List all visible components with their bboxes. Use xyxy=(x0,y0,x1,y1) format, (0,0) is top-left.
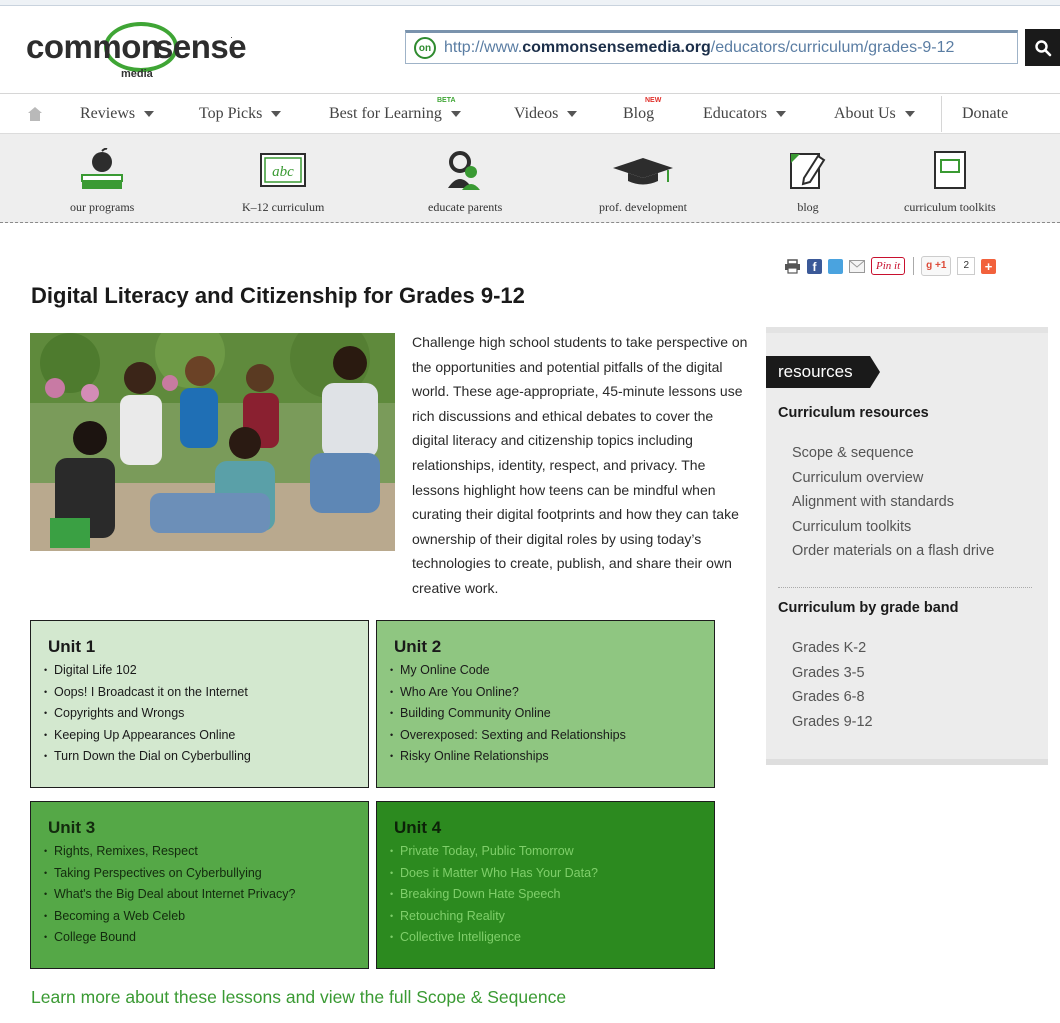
nav-item-videos[interactable]: Videos xyxy=(514,105,578,123)
grade-band-heading: Curriculum by grade band xyxy=(778,600,959,616)
new-badge: NEW xyxy=(645,97,662,104)
print-icon[interactable] xyxy=(784,258,801,274)
resources-sidebar: resources Curriculum resources Scope & s… xyxy=(766,327,1048,765)
sidebar-divider xyxy=(778,587,1032,588)
lesson-link[interactable]: Becoming a Web Celeb xyxy=(44,906,368,928)
site-badge-icon: on xyxy=(414,37,436,59)
curriculum-resources-heading: Curriculum resources xyxy=(778,405,929,421)
gplus-count: 2 xyxy=(957,257,975,275)
nav-item-reviews[interactable]: Reviews xyxy=(80,105,155,123)
lesson-link[interactable]: What's the Big Deal about Internet Priva… xyxy=(44,884,368,906)
share-toolbar: f Pin it g +1 2 + xyxy=(784,256,996,276)
graduation-cap-icon xyxy=(612,158,673,185)
lesson-link[interactable]: Private Today, Public Tomorrow xyxy=(390,841,714,863)
iconbar-item-prof-development[interactable]: prof. development xyxy=(599,148,687,215)
curriculum-resources-links: Scope & sequence Curriculum overview Ali… xyxy=(792,441,994,564)
lesson-link[interactable]: Risky Online Relationships xyxy=(390,746,714,768)
sidebar-link[interactable]: Curriculum overview xyxy=(792,466,994,491)
iconbar-item-blog[interactable]: blog xyxy=(788,148,828,215)
browser-top-strip xyxy=(0,0,1060,10)
lesson-link[interactable]: Who Are You Online? xyxy=(390,682,714,704)
lesson-link[interactable]: Taking Perspectives on Cyberbullying xyxy=(44,863,368,885)
site-logo[interactable]: common sense media · xyxy=(26,22,247,84)
google-plus-button[interactable]: g +1 xyxy=(921,256,952,276)
learn-more-link[interactable]: Learn more about these lessons and view … xyxy=(31,987,566,1008)
unit-1-box: Unit 1 Digital Life 102 Oops! I Broadcas… xyxy=(30,620,369,788)
iconbar-item-educate-parents[interactable]: educate parents xyxy=(428,148,502,215)
addthis-plus-icon[interactable]: + xyxy=(981,258,996,274)
sidebar-link[interactable]: Grades 3-5 xyxy=(792,661,873,686)
lesson-link[interactable]: My Online Code xyxy=(390,660,714,682)
lesson-link[interactable]: Overexposed: Sexting and Relationships xyxy=(390,725,714,747)
educator-icon-bar: our programs abc K–12 curriculum educate… xyxy=(0,133,1060,223)
lesson-link[interactable]: Copyrights and Wrongs xyxy=(44,703,368,725)
nav-item-best-for-learning[interactable]: BETA Best for Learning xyxy=(329,97,461,123)
lesson-link[interactable]: Rights, Remixes, Respect xyxy=(44,841,368,863)
iconbar-item-curriculum-toolkits[interactable]: curriculum toolkits xyxy=(904,148,996,215)
sidebar-link[interactable]: Order materials on a flash drive xyxy=(792,539,994,564)
home-icon[interactable] xyxy=(27,106,43,122)
lesson-link[interactable]: College Bound xyxy=(44,927,368,949)
search-button[interactable] xyxy=(1025,29,1060,66)
url-prefix: http://www. xyxy=(444,39,523,56)
intro-paragraph: Challenge high school students to take p… xyxy=(412,334,748,596)
sidebar-link[interactable]: Alignment with standards xyxy=(792,490,994,515)
beta-badge: BETA xyxy=(437,97,456,104)
nav-item-educators[interactable]: Educators xyxy=(703,105,786,123)
logo-trademark: · xyxy=(230,32,233,42)
nav-item-donate[interactable]: Donate xyxy=(962,105,1008,123)
nav-top-divider xyxy=(0,93,1060,94)
toolkit-icon xyxy=(933,151,966,189)
pinit-button[interactable]: Pin it xyxy=(871,257,906,275)
lesson-link[interactable]: Retouching Reality xyxy=(390,906,714,928)
unit-title: Unit 3 xyxy=(48,818,96,837)
nav-item-blog[interactable]: NEW Blog xyxy=(623,97,661,123)
url-path: /educators/curriculum/grades-9-12 xyxy=(710,39,955,56)
grade-band-links: Grades K-2 Grades 3-5 Grades 6-8 Grades … xyxy=(792,636,873,734)
abc-board-icon: abc xyxy=(260,153,307,187)
search-icon xyxy=(1034,39,1051,56)
address-bar[interactable]: on http://www. commonsensemedia.org/educa… xyxy=(405,30,1018,64)
logo-text-common: common xyxy=(26,28,161,65)
url-domain: commonsensemedia.org xyxy=(522,39,711,56)
iconbar-item-k12-curriculum[interactable]: abc K–12 curriculum xyxy=(242,148,324,215)
unit-title: Unit 1 xyxy=(48,637,96,656)
pencil-note-icon xyxy=(790,153,826,189)
lesson-link[interactable]: Does it Matter Who Has Your Data? xyxy=(390,863,714,885)
iconbar-dashed-divider xyxy=(0,222,1060,223)
lesson-link[interactable]: Oops! I Broadcast it on the Internet xyxy=(44,682,368,704)
sidebar-link[interactable]: Curriculum toolkits xyxy=(792,515,994,540)
lesson-link[interactable]: Breaking Down Hate Speech xyxy=(390,884,714,906)
lesson-link[interactable]: Digital Life 102 xyxy=(44,660,368,682)
sidebar-link[interactable]: Scope & sequence xyxy=(792,441,994,466)
resources-tab: resources xyxy=(766,356,880,388)
unit-title: Unit 4 xyxy=(394,818,442,837)
lesson-link[interactable]: Turn Down the Dial on Cyberbulling xyxy=(44,746,368,768)
page-title: Digital Literacy and Citizenship for Gra… xyxy=(31,283,525,308)
svg-text:abc: abc xyxy=(272,164,294,180)
unit-3-box: Unit 3 Rights, Remixes, Respect Taking P… xyxy=(30,801,369,969)
sidebar-link[interactable]: Grades 6-8 xyxy=(792,685,873,710)
twitter-icon[interactable] xyxy=(828,258,843,274)
unit-title: Unit 2 xyxy=(394,637,442,656)
lesson-link[interactable]: Keeping Up Appearances Online xyxy=(44,725,368,747)
iconbar-item-our-programs[interactable]: our programs xyxy=(70,148,134,215)
lesson-link[interactable]: Building Community Online xyxy=(390,703,714,725)
lesson-link[interactable]: Collective Intelligence xyxy=(390,927,714,949)
nav-divider xyxy=(941,96,942,132)
main-nav: Reviews Top Picks BETA Best for Learning … xyxy=(0,96,1060,132)
unit-2-box: Unit 2 My Online Code Who Are You Online… xyxy=(376,620,715,788)
sidebar-link[interactable]: Grades K-2 xyxy=(792,636,873,661)
apple-books-icon xyxy=(81,148,124,189)
sidebar-link[interactable]: Grades 9-12 xyxy=(792,710,873,735)
facebook-icon[interactable]: f xyxy=(807,258,822,274)
nav-item-about-us[interactable]: About Us xyxy=(834,105,915,123)
parents-icon xyxy=(448,151,481,190)
unit-4-box: Unit 4 Private Today, Public Tomorrow Do… xyxy=(376,801,715,969)
nav-item-top-picks[interactable]: Top Picks xyxy=(199,105,282,123)
logo-text-media: media xyxy=(121,68,153,80)
email-icon[interactable] xyxy=(849,259,865,273)
gplus-icon: g xyxy=(926,260,933,271)
